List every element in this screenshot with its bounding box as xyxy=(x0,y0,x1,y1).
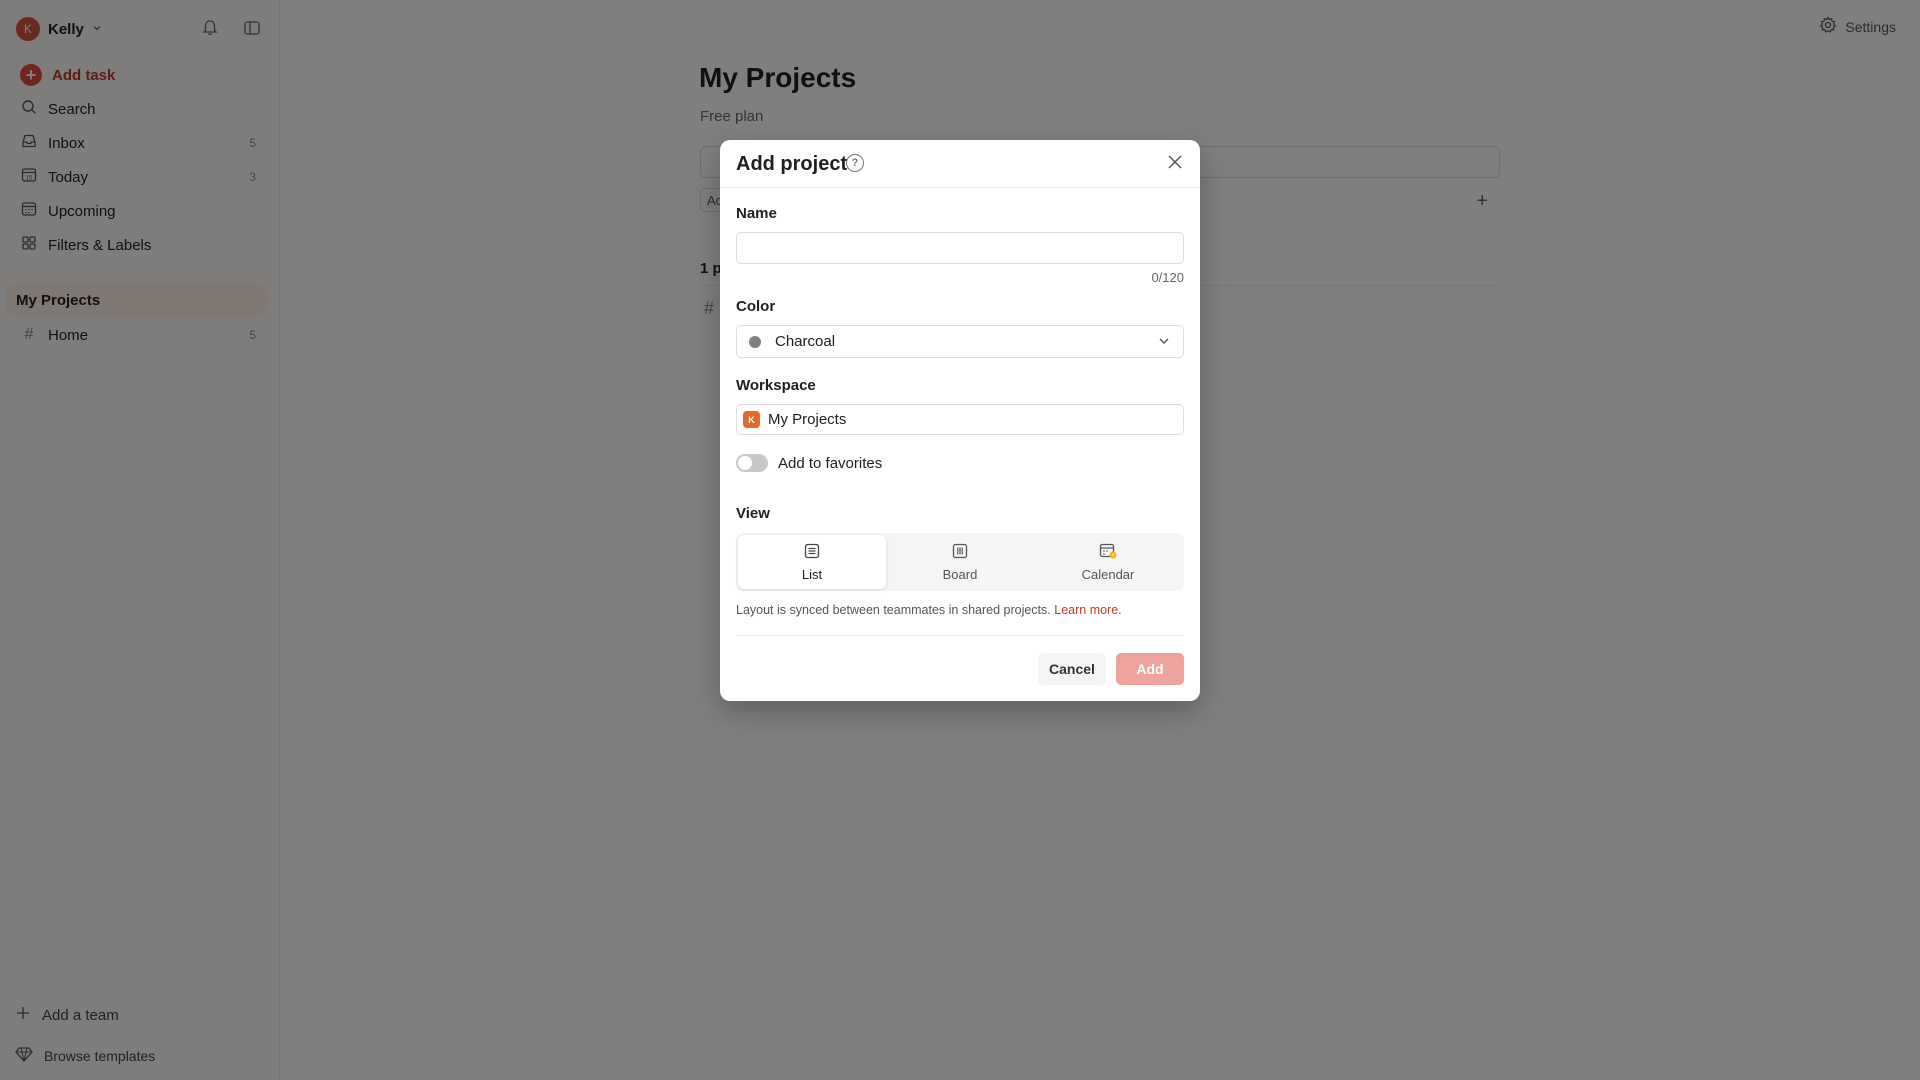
layout-note: Layout is synced between teammates in sh… xyxy=(736,603,1122,617)
layout-note-text: Layout is synced between teammates in sh… xyxy=(736,603,1051,617)
view-option-label: Calendar xyxy=(1081,567,1135,582)
calendar-icon: + xyxy=(1098,542,1118,563)
cancel-button[interactable]: Cancel xyxy=(1038,653,1106,685)
view-option-label: List xyxy=(801,567,823,582)
view-option-list[interactable]: List xyxy=(738,535,886,589)
board-icon xyxy=(951,542,969,563)
favorites-label: Add to favorites xyxy=(778,454,883,472)
workspace-select[interactable]: K My Projects xyxy=(736,404,1184,435)
color-swatch xyxy=(749,335,761,348)
favorites-toggle[interactable] xyxy=(736,454,768,472)
add-project-dialog: Add project ? Name 0/120 Color Charcoal … xyxy=(720,140,1200,701)
svg-text:+: + xyxy=(1111,553,1115,559)
add-button[interactable]: Add xyxy=(1116,653,1184,685)
list-icon xyxy=(803,542,821,563)
view-option-board[interactable]: Board xyxy=(886,535,1034,589)
learn-more-link[interactable]: Learn more. xyxy=(1054,603,1121,617)
name-label: Name xyxy=(736,205,777,222)
workspace-avatar: K xyxy=(743,411,760,428)
close-icon[interactable] xyxy=(1164,152,1186,174)
divider xyxy=(736,635,1184,636)
color-select[interactable]: Charcoal xyxy=(736,325,1184,358)
favorites-row: Add to favorites xyxy=(736,454,882,472)
dialog-title: Add project xyxy=(736,153,848,175)
workspace-value: My Projects xyxy=(768,411,847,428)
help-icon[interactable]: ? xyxy=(846,154,864,172)
view-option-calendar[interactable]: + Calendar xyxy=(1034,535,1182,589)
view-selector: List Board + Calendar xyxy=(736,533,1184,591)
toggle-knob xyxy=(738,456,752,470)
color-value: Charcoal xyxy=(775,333,836,350)
chevron-down-icon xyxy=(1157,334,1171,352)
dialog-header: Add project ? xyxy=(720,140,1200,188)
color-label: Color xyxy=(736,298,776,315)
workspace-label: Workspace xyxy=(736,377,816,394)
char-count: 0/120 xyxy=(1151,270,1184,285)
view-option-label: Board xyxy=(942,567,978,582)
project-name-input[interactable] xyxy=(736,232,1184,264)
view-label: View xyxy=(736,505,770,522)
